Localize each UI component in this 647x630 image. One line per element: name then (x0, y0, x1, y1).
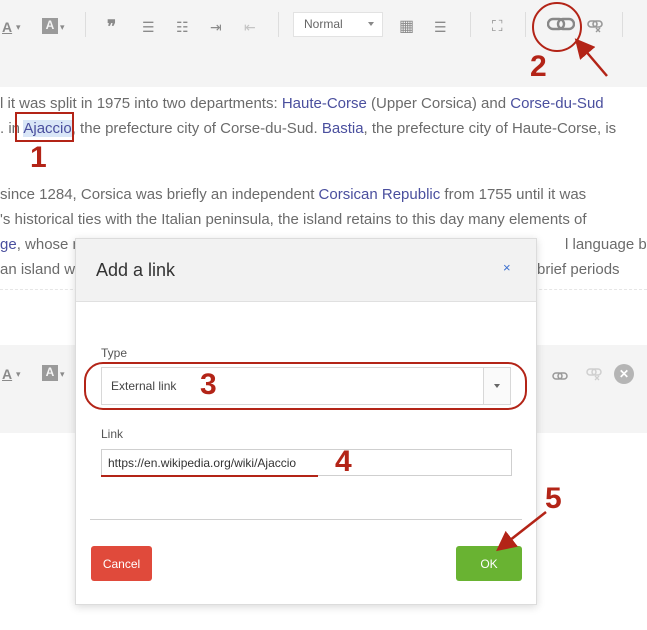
type-label: Type (101, 346, 128, 360)
ok-button[interactable]: OK (456, 546, 522, 581)
toolbar-separator (278, 12, 279, 37)
dropdown-caret-icon[interactable]: ▾ (16, 18, 21, 36)
body-text: an island wa (0, 261, 84, 278)
body-text: l language by (565, 236, 647, 253)
annotation-number: 4 (335, 445, 352, 478)
close-block-icon[interactable]: ✕ (614, 364, 634, 384)
toolbar-separator (470, 12, 471, 37)
bulleted-list-icon[interactable]: ☰ (142, 18, 155, 36)
format-select[interactable]: Normal (293, 12, 383, 37)
text-color-icon[interactable]: A (2, 18, 12, 36)
toolbar-separator (525, 12, 526, 37)
paragraph-line: l it was split in 1975 into two departme… (0, 94, 604, 114)
dialog-divider (90, 519, 522, 520)
link-bastia[interactable]: Bastia (322, 120, 364, 137)
body-text: (Upper Corsica) and (366, 95, 511, 112)
toolbar-separator (622, 12, 623, 37)
close-icon[interactable]: × (503, 260, 511, 275)
paragraph-line: ge, whose n (0, 235, 81, 255)
chevron-down-icon (494, 384, 500, 388)
unlink-icon[interactable] (587, 19, 603, 33)
background-color-icon[interactable]: A (42, 365, 58, 381)
annotation-number: 2 (530, 50, 547, 83)
table-icon[interactable]: ▦ (399, 18, 414, 36)
link-corsican-republic[interactable]: Corsican Republic (319, 186, 441, 203)
dropdown-caret-icon[interactable]: ▾ (60, 18, 65, 36)
annotation-number: 1 (30, 141, 47, 174)
format-select-value: Normal (304, 17, 343, 31)
link-corse-du-sud[interactable]: Corse-du-Sud (510, 95, 603, 112)
select-toggle-button[interactable] (483, 368, 510, 404)
dropdown-caret-icon[interactable]: ▾ (16, 365, 21, 383)
link-label: Link (101, 427, 124, 441)
chevron-down-icon (368, 22, 374, 26)
annotation-highlight-selection (15, 112, 74, 142)
body-text: , the prefecture city of Haute-Corse, is (363, 120, 617, 137)
add-link-dialog: Add a link × Type External link Link Can… (75, 238, 537, 605)
body-text: 's historical ties with the Italian peni… (0, 211, 587, 228)
link-fragment[interactable]: ge (0, 236, 17, 253)
blockquote-icon[interactable]: ❞ (107, 18, 116, 36)
link-icon[interactable] (546, 17, 576, 31)
paragraph-line: brief periods (537, 260, 620, 280)
link-url-input[interactable] (101, 449, 512, 476)
body-text: , whose n (16, 236, 81, 253)
body-text: , the prefecture city of Corse-du-Sud. (71, 120, 322, 137)
dropdown-caret-icon[interactable]: ▾ (60, 365, 65, 383)
link-type-select-value: External link (111, 379, 177, 393)
body-text: brief periods (537, 261, 620, 278)
toolbar-separator (85, 12, 86, 37)
link-type-select[interactable]: External link (101, 367, 511, 405)
paragraph-line: . in Ajaccio, the prefecture city of Cor… (0, 119, 616, 139)
dialog-header: Add a link × (76, 239, 536, 302)
outdent-icon[interactable]: ⇤ (244, 18, 256, 36)
paragraph-line: l language by (565, 235, 647, 255)
body-text: l it was split in 1975 into two departme… (0, 95, 282, 112)
link-haute-corse[interactable]: Haute-Corse (282, 95, 367, 112)
text-color-icon[interactable]: A (2, 365, 12, 383)
annotation-number: 3 (200, 368, 217, 401)
numbered-list-icon[interactable]: ☷ (176, 18, 189, 36)
indent-icon[interactable]: ⇥ (210, 18, 222, 36)
body-text: from 1755 until it was (440, 186, 587, 203)
editor-toolbar-top: A ▾ A ▾ ❞ ☰ ☷ ⇥ ⇤ Normal ▦ ☰ ⛶ (0, 0, 647, 87)
body-text: since 1284, Corsica was briefly an indep… (0, 186, 319, 203)
paragraph-line: since 1284, Corsica was briefly an indep… (0, 185, 586, 205)
cancel-button[interactable]: Cancel (91, 546, 152, 581)
fullscreen-icon[interactable]: ⛶ (492, 18, 503, 36)
background-color-icon[interactable]: A (42, 18, 58, 34)
paragraph-line: 's historical ties with the Italian peni… (0, 210, 587, 230)
annotation-number: 5 (545, 482, 562, 515)
link-icon[interactable] (552, 368, 568, 380)
unlink-icon[interactable] (586, 367, 602, 381)
horizontal-rule-icon[interactable]: ☰ (434, 18, 447, 36)
dialog-title: Add a link (96, 260, 176, 280)
paragraph-line: an island wa (0, 260, 83, 280)
